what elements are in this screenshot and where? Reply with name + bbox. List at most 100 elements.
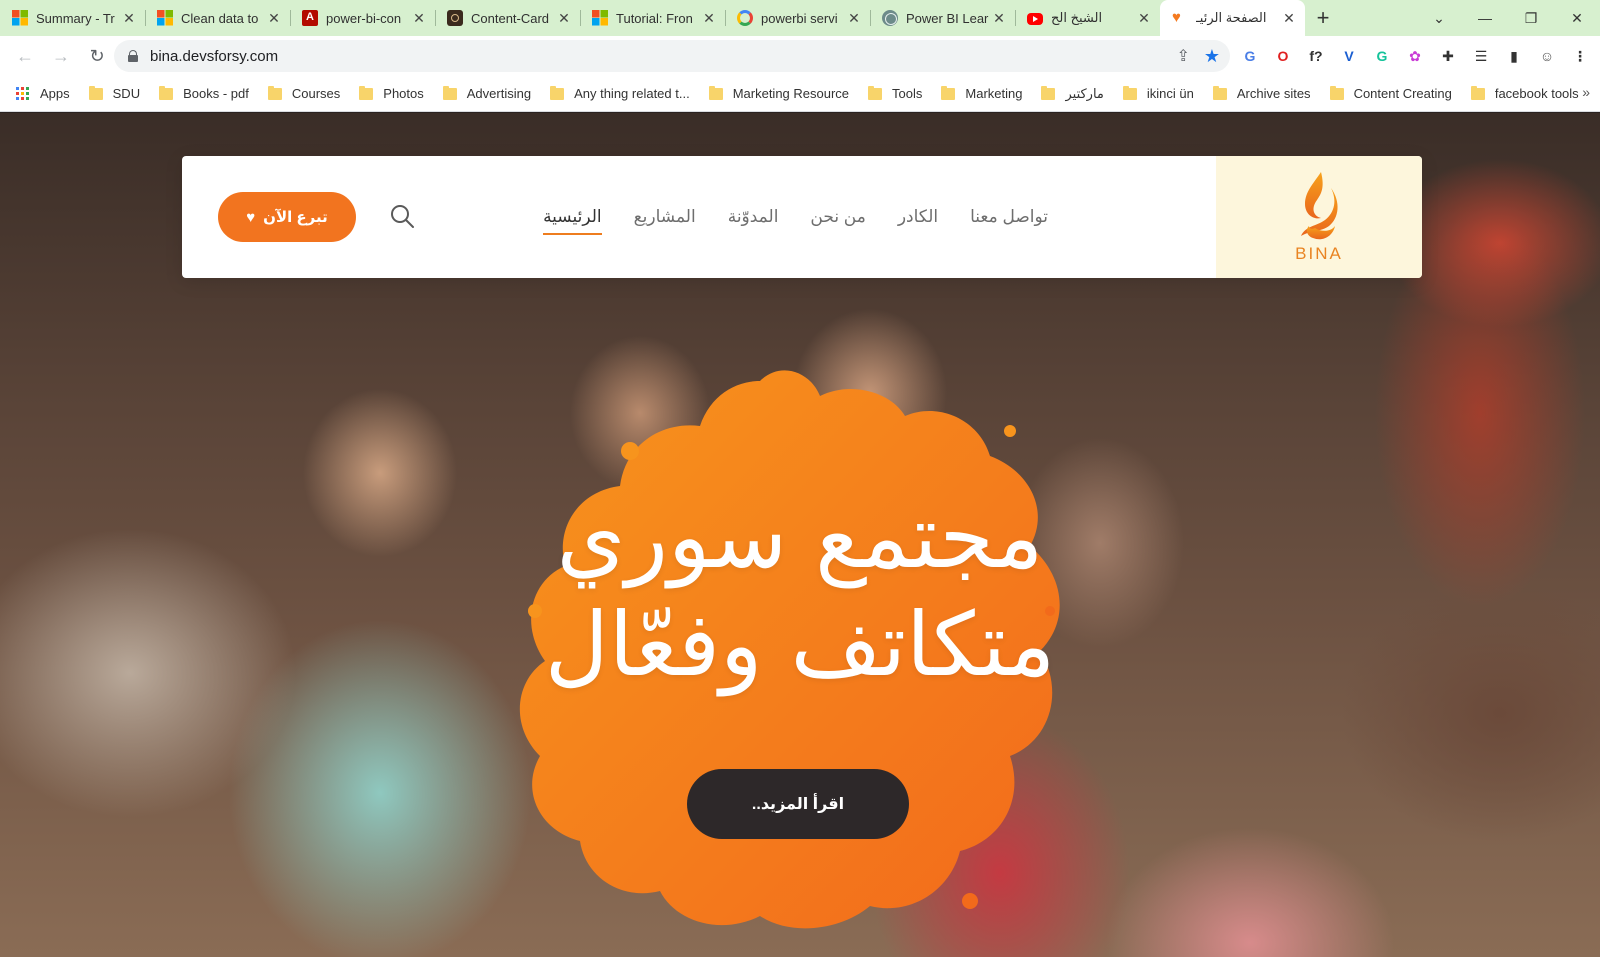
menu-item[interactable]: تواصل معنا — [970, 199, 1048, 235]
tab-title: Summary - Tr — [36, 10, 115, 26]
menu-item[interactable]: المشاريع — [634, 199, 696, 235]
tab-search-button[interactable]: ⌄ — [1416, 0, 1462, 36]
apps-shortcut[interactable]: Apps — [16, 86, 70, 101]
menu-item[interactable]: المدوّنة — [728, 199, 779, 235]
browser-tab[interactable]: Summary - Tr ✕ — [0, 0, 145, 36]
menu-item[interactable]: من نحن — [810, 199, 865, 235]
bookmark-folder[interactable]: ماركتير — [1041, 85, 1104, 102]
hero-headline-line-2: متكاتف وفعّال — [544, 593, 1056, 696]
tab-title: Content-Card — [471, 10, 550, 26]
browser-tab[interactable]: Tutorial: Fron ✕ — [580, 0, 725, 36]
bookmark-label: Content Creating — [1353, 86, 1452, 101]
bookmarks-bar: Apps SDU Books - pdf Courses Photos Advertisi… — [0, 76, 1600, 112]
bookmark-label: Photos — [383, 86, 424, 101]
bookmark-folder[interactable]: Books - pdf — [159, 85, 249, 101]
address-bar-actions: ⇪ ★ — [1176, 40, 1220, 72]
hero-background-photo: مجتمع سوري متكاتف وفعّال اقرأ المزيد.. B… — [0, 113, 1600, 957]
bookmark-folder[interactable]: facebook tools — [1470, 85, 1579, 101]
bookmark-folder[interactable]: SDU — [88, 85, 140, 101]
share-icon[interactable]: ⇪ — [1176, 46, 1189, 66]
folder-icon — [267, 85, 282, 100]
microsoft-icon — [12, 10, 28, 26]
translate-extension-icon[interactable]: G — [1240, 46, 1260, 66]
puzzle-extension-icon[interactable]: ✚ — [1438, 46, 1458, 66]
back-button[interactable]: ← — [8, 39, 42, 73]
read-more-button[interactable]: اقرأ المزيد.. — [687, 769, 909, 839]
vue-extension-icon[interactable]: V — [1339, 46, 1359, 66]
bookmark-folder[interactable]: Courses — [267, 85, 341, 101]
close-window-button[interactable]: ✕ — [1554, 0, 1600, 36]
bookmark-label: Archive sites — [1236, 86, 1311, 101]
folder-icon — [868, 85, 883, 100]
bookmark-star-icon[interactable]: ★ — [1204, 46, 1220, 67]
microsoft-icon — [157, 10, 173, 26]
bookmark-label: Tools — [892, 86, 923, 101]
bookmark-folder[interactable]: Advertising — [442, 85, 531, 101]
donate-button[interactable]: تبرع الآن ♥ — [218, 192, 356, 242]
folder-icon — [550, 85, 565, 100]
bookmark-folder[interactable]: ikinci ün — [1122, 85, 1194, 101]
browser-tab[interactable]: الشيخ الح ✕ — [1015, 0, 1160, 36]
more-bookmarks-button[interactable]: » — [1582, 84, 1590, 100]
tab-title: power-bi-con — [326, 10, 402, 26]
bookmark-label: ماركتير — [1065, 85, 1104, 101]
browser-tab[interactable]: powerbi servi ✕ — [725, 0, 870, 36]
lock-icon[interactable] — [128, 50, 138, 62]
chrome-menu-icon[interactable]: ⋮ — [1570, 46, 1590, 66]
bookmark-folder[interactable]: Tools — [868, 85, 923, 101]
bookmark-folder[interactable]: Photos — [359, 85, 424, 101]
opera-extension-icon[interactable]: O — [1273, 46, 1293, 66]
side-panel-icon[interactable]: ▮ — [1504, 46, 1524, 66]
close-tab-icon[interactable]: ✕ — [1281, 10, 1297, 27]
folder-icon — [941, 85, 956, 100]
tab-title: powerbi servi — [761, 10, 838, 26]
color-extension-icon[interactable]: ✿ — [1405, 46, 1425, 66]
bookmark-folder[interactable]: Marketing Resource — [708, 85, 850, 101]
browser-tab[interactable]: Power BI Lear ✕ — [870, 0, 1015, 36]
ai-icon — [882, 10, 898, 26]
close-tab-icon[interactable]: ✕ — [411, 10, 427, 27]
youtube-icon — [1027, 13, 1043, 25]
formula-extension-icon[interactable]: f? — [1306, 46, 1326, 66]
content-card-icon — [447, 10, 463, 26]
menu-item[interactable]: الكادر — [898, 199, 938, 235]
maximize-button[interactable]: ❐ — [1508, 0, 1554, 36]
reading-list-icon[interactable]: ☰ — [1471, 46, 1491, 66]
bookmark-folder[interactable]: Marketing — [941, 85, 1022, 101]
bookmark-label: Apps — [40, 86, 70, 101]
folder-icon — [1329, 85, 1344, 100]
new-tab-button[interactable]: + — [1305, 0, 1341, 36]
close-tab-icon[interactable]: ✕ — [1136, 10, 1152, 27]
browser-tab[interactable]: power-bi-con ✕ — [290, 0, 435, 36]
close-tab-icon[interactable]: ✕ — [846, 10, 862, 27]
menu-item[interactable]: الرئيسية — [543, 199, 602, 235]
bookmark-label: Books - pdf — [183, 86, 249, 101]
browser-tab[interactable]: Content-Card ✕ — [435, 0, 580, 36]
url-text[interactable]: bina.devsforsy.com — [150, 48, 278, 65]
profile-avatar-icon[interactable]: ☺ — [1537, 46, 1557, 66]
close-tab-icon[interactable]: ✕ — [556, 10, 572, 27]
bookmark-label: Courses — [291, 86, 341, 101]
browser-tab[interactable]: ♥ الصفحة الرئيـ ✕ — [1160, 0, 1305, 36]
grammarly-extension-icon[interactable]: G — [1372, 46, 1392, 66]
bookmark-label: facebook tools — [1494, 86, 1579, 101]
address-bar[interactable]: bina.devsforsy.com ⇪ ★ — [114, 40, 1230, 72]
minimize-button[interactable]: — — [1462, 0, 1508, 36]
bookmark-label: ikinci ün — [1146, 86, 1194, 101]
bookmark-folder[interactable]: Any thing related t... — [550, 85, 690, 101]
reload-button[interactable]: ↻ — [80, 39, 114, 73]
bookmark-folder[interactable]: Content Creating — [1329, 85, 1452, 101]
close-tab-icon[interactable]: ✕ — [701, 10, 717, 27]
bookmark-label: Marketing Resource — [732, 86, 850, 101]
folder-icon — [1212, 85, 1227, 100]
forward-button[interactable]: → — [44, 39, 78, 73]
search-icon[interactable] — [388, 202, 416, 230]
close-tab-icon[interactable]: ✕ — [121, 10, 137, 27]
close-tab-icon[interactable]: ✕ — [991, 10, 1007, 27]
folder-icon — [708, 85, 723, 100]
browser-tab[interactable]: Clean data to ✕ — [145, 0, 290, 36]
close-tab-icon[interactable]: ✕ — [266, 10, 282, 27]
site-logo[interactable]: BINA — [1216, 156, 1422, 278]
bookmark-folder[interactable]: Archive sites — [1212, 85, 1311, 101]
main-menu: الرئيسية المشاريع المدوّنة من نحن الكادر تواص… — [543, 156, 1048, 278]
